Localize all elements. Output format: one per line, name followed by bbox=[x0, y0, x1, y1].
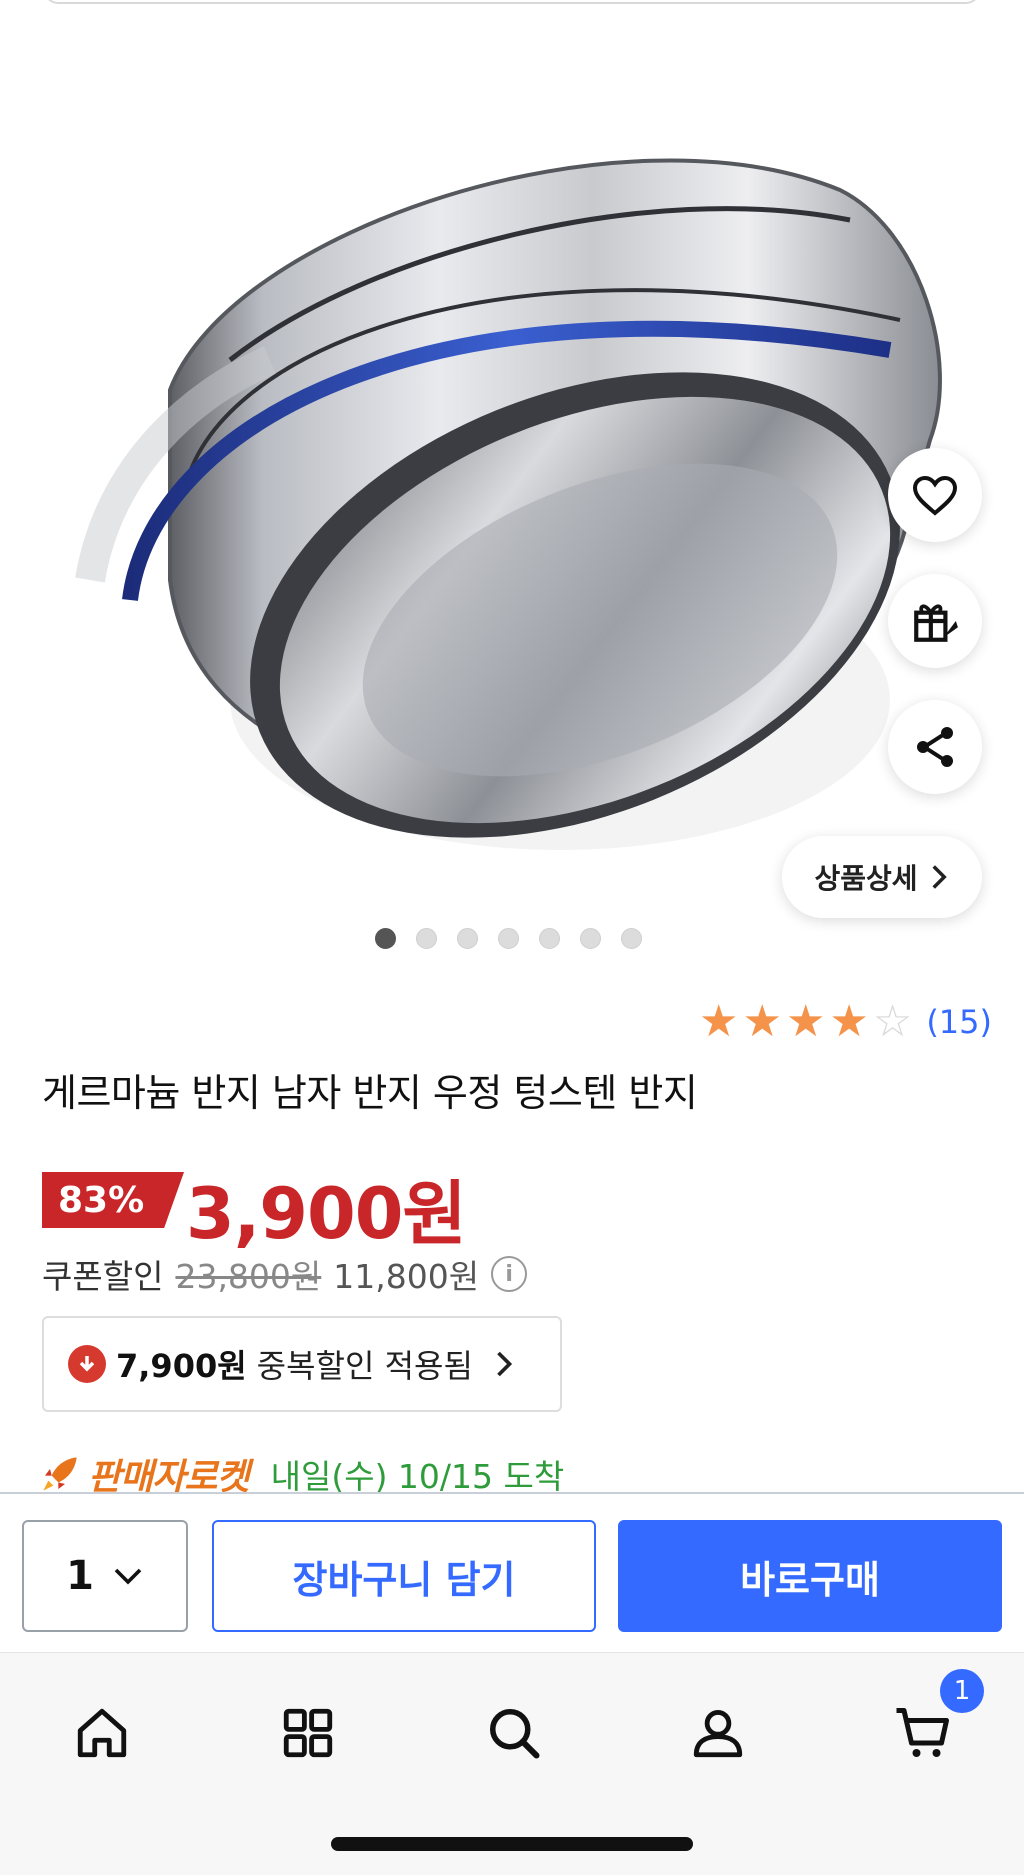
tab-home[interactable] bbox=[62, 1693, 142, 1773]
search-bar-edge bbox=[44, 0, 980, 4]
pagination-dot[interactable] bbox=[457, 928, 478, 949]
category-icon bbox=[283, 1708, 333, 1758]
duplicate-discount-box[interactable]: 7,900원 중복할인 적용됨 bbox=[42, 1316, 562, 1412]
original-price: 23,800원 bbox=[175, 1257, 322, 1296]
share-button[interactable] bbox=[888, 700, 982, 794]
gift-rocket-icon bbox=[914, 604, 958, 642]
tab-my-page[interactable] bbox=[678, 1693, 758, 1773]
rocket-icon bbox=[43, 1457, 77, 1491]
pagination-dot[interactable] bbox=[498, 928, 519, 949]
star-icon: ★ bbox=[829, 996, 869, 1047]
tab-category[interactable] bbox=[268, 1693, 348, 1773]
product-detail-button[interactable]: 상품상세 bbox=[782, 836, 982, 918]
wishlist-button[interactable] bbox=[888, 448, 982, 542]
star-empty-icon: ☆ bbox=[872, 996, 913, 1047]
delivery-date: 내일(수) 10/15 도착 bbox=[270, 1457, 565, 1496]
cart-count-badge: 1 bbox=[940, 1669, 984, 1713]
star-icon: ★ bbox=[785, 996, 826, 1047]
duplicate-discount-text: 중복할인 적용됨 bbox=[256, 1347, 473, 1385]
my-page-icon bbox=[693, 1710, 743, 1758]
heart-icon bbox=[912, 475, 958, 516]
coupon-label: 쿠폰할인 bbox=[42, 1257, 164, 1296]
duplicate-discount-amount: 7,900원 bbox=[116, 1347, 247, 1385]
info-icon[interactable]: i bbox=[491, 1256, 528, 1292]
add-to-cart-button[interactable]: 장바구니 담기 bbox=[212, 1520, 596, 1632]
pagination-dot[interactable] bbox=[375, 928, 396, 949]
chevron-right-icon bbox=[497, 1351, 513, 1377]
home-indicator bbox=[331, 1837, 693, 1851]
down-arrow-icon bbox=[68, 1345, 106, 1383]
chevron-right-icon bbox=[932, 865, 947, 889]
coupon-row: 쿠폰할인 23,800원 11,800원 i bbox=[42, 1250, 528, 1298]
share-icon bbox=[917, 727, 953, 767]
review-count[interactable]: (15) bbox=[926, 1003, 992, 1041]
star-icon: ★ bbox=[699, 996, 739, 1047]
tab-search[interactable] bbox=[474, 1693, 554, 1773]
quantity-value: 1 bbox=[66, 1553, 94, 1599]
product-title: 게르마늄 반지 남자 반지 우정 텅스텐 반지 bbox=[42, 1071, 698, 1115]
rating[interactable]: ★ ★ ★ ★ ☆ (15) bbox=[699, 998, 992, 1046]
image-pagination[interactable] bbox=[375, 928, 642, 949]
home-icon bbox=[77, 1708, 127, 1758]
search-icon bbox=[490, 1709, 540, 1759]
star-icon: ★ bbox=[742, 996, 782, 1047]
pagination-dot[interactable] bbox=[621, 928, 642, 949]
purchase-bar: 1 장바구니 담기 바로구매 bbox=[0, 1492, 1024, 1652]
product-detail-label: 상품상세 bbox=[814, 862, 918, 895]
coupon-price: 11,800원 bbox=[333, 1257, 480, 1296]
pagination-dot[interactable] bbox=[539, 928, 560, 949]
bottom-tab-bar: 1 bbox=[0, 1652, 1024, 1875]
cart-icon bbox=[896, 1708, 949, 1757]
pagination-dot[interactable] bbox=[416, 928, 437, 949]
pagination-dot[interactable] bbox=[580, 928, 601, 949]
quantity-select[interactable]: 1 bbox=[22, 1520, 188, 1632]
sale-price: 3,900원 bbox=[186, 1173, 467, 1255]
product-page: 상품상세 ★ ★ ★ ★ ☆ (15) 게르마늄 반지 남자 반지 우정 텅스텐… bbox=[0, 0, 1024, 1875]
discount-badge: 83% bbox=[42, 1172, 184, 1228]
chevron-down-icon bbox=[114, 1568, 142, 1585]
buy-now-button[interactable]: 바로구매 bbox=[618, 1520, 1002, 1632]
gift-button[interactable] bbox=[888, 574, 982, 668]
product-image[interactable] bbox=[0, 60, 1024, 960]
